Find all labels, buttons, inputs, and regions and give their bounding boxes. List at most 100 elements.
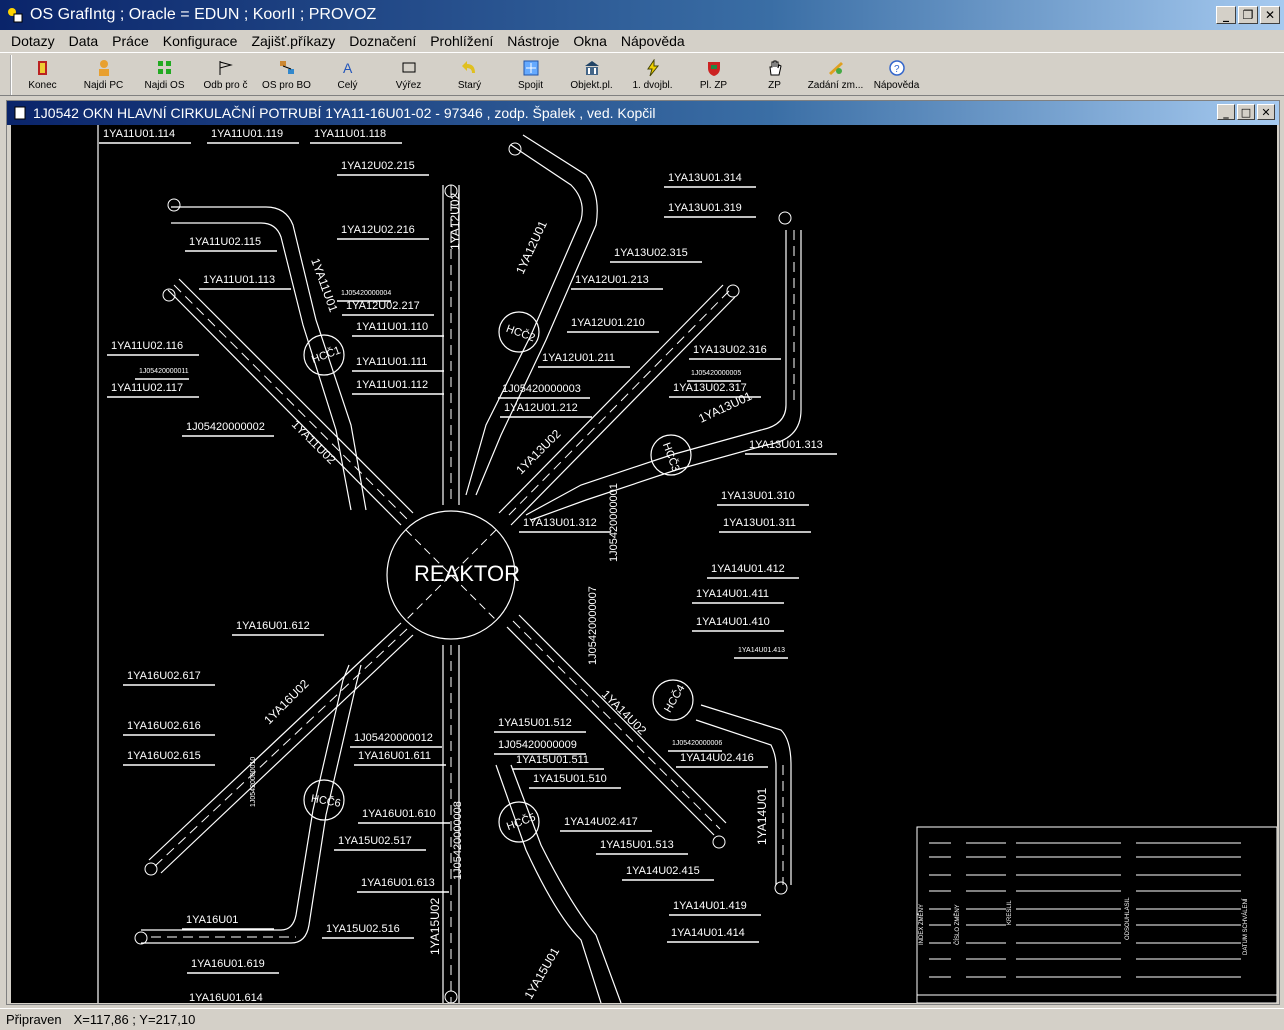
menu-nastroje[interactable]: Nástroje (500, 30, 566, 52)
tag-label[interactable]: 1YA14U01.410 (696, 616, 770, 628)
tag-label[interactable]: 1YA14U02.415 (626, 865, 700, 877)
pipe-diagram[interactable]: REAKTOR HCČ1 HCČ2 HCČ3 HCČ4 HCČ5 HCČ6 1Y… (11, 125, 1277, 1003)
tag-label[interactable]: 1YA16U02.615 (127, 750, 201, 762)
tag-label[interactable]: 1YA11U02.115 (189, 236, 261, 248)
tag-label[interactable]: 1YA13U01.312 (523, 517, 597, 529)
tag-label[interactable]: 1YA15U01.510 (533, 773, 607, 785)
tag-label[interactable]: 1YA12U02.216 (341, 224, 415, 236)
tag-label[interactable]: 1YA15U01.512 (498, 717, 572, 729)
child-minimize-button[interactable]: _ (1217, 104, 1235, 120)
zadani-zm-button[interactable]: Zadání zm... (805, 55, 866, 95)
tag-label[interactable]: 1YA13U01.311 (723, 517, 796, 529)
tag-label[interactable]: 1YA14U01.413 (738, 647, 785, 654)
tag-label[interactable]: 1YA13U01.310 (721, 490, 795, 502)
konec-button[interactable]: Konec (12, 55, 73, 95)
tag-label[interactable]: 1YA11U01.114 (103, 128, 175, 140)
pl-zp-button[interactable]: Pl. ZP (683, 55, 744, 95)
tag-label[interactable]: 1J05420000002 (186, 421, 265, 433)
tag-label[interactable]: 1J05420000007 (587, 586, 599, 665)
tag-label[interactable]: 1YA11U01.119 (211, 128, 283, 140)
tag-label[interactable]: 1YA12U01.211 (542, 352, 615, 364)
menu-prohlizeni[interactable]: Prohlížení (423, 30, 500, 52)
tag-label[interactable]: 1YA16U01.612 (236, 620, 310, 632)
tag-label[interactable]: 1YA12U02.215 (341, 160, 415, 172)
tag-label[interactable]: 1YA16U01.611 (358, 750, 431, 762)
menu-prace[interactable]: Práce (105, 30, 156, 52)
menu-konfigurace[interactable]: Konfigurace (156, 30, 245, 52)
odb-pro-c-button[interactable]: Odb pro č (195, 55, 256, 95)
napoveda-button[interactable]: ? Nápověda (866, 55, 927, 95)
menu-dotazy[interactable]: Dotazy (4, 30, 62, 52)
tag-label[interactable]: 1YA13U02.315 (614, 247, 688, 259)
tag-label[interactable]: 1YA15U02.516 (326, 923, 400, 935)
os-pro-bo-button[interactable]: OS pro BO (256, 55, 317, 95)
zp-button[interactable]: ZP (744, 55, 805, 95)
tag-label[interactable]: 1YA14U01.419 (673, 900, 747, 912)
menu-doznaceni[interactable]: Doznačení (342, 30, 423, 52)
objekt-pl-button[interactable]: Objekt.pl. (561, 55, 622, 95)
menu-zajist-prikazy[interactable]: Zajišť.příkazy (244, 30, 342, 52)
tag-label[interactable]: 1J05420000006 (672, 740, 722, 747)
tag-label[interactable]: 1J05420000010 (250, 757, 257, 807)
tag-label[interactable]: 1YA12U02.217 (346, 300, 420, 312)
tag-label[interactable]: 1J05420000005 (691, 370, 741, 377)
minimize-button[interactable]: _ (1216, 6, 1236, 24)
tag-label[interactable]: 1YA13U01.314 (668, 172, 742, 184)
child-close-button[interactable]: ✕ (1257, 104, 1275, 120)
tag-label[interactable]: 1J05420000009 (498, 739, 577, 751)
tag-label[interactable]: 1YA11U02.117 (111, 382, 183, 394)
tag-label[interactable]: 1J05420000003 (502, 383, 581, 395)
tag-label[interactable]: 1YA14U02.417 (564, 816, 638, 828)
reactor[interactable]: REAKTOR (386, 510, 520, 640)
tag-label[interactable]: 1YA16U01.610 (362, 808, 436, 820)
dvojbl-button[interactable]: 1. dvojbl. (622, 55, 683, 95)
spojit-button[interactable]: Spojit (500, 55, 561, 95)
tag-label[interactable]: 1YA11U01.118 (314, 128, 386, 140)
tag-label[interactable]: 1J05420000011 (139, 368, 189, 375)
tag-label[interactable]: 1YA16U01 (186, 914, 238, 926)
vyrez-button[interactable]: Výřez (378, 55, 439, 95)
svg-text:HCČ1: HCČ1 (310, 344, 343, 366)
tag-label[interactable]: 1YA15U01.513 (600, 839, 674, 851)
tag-label[interactable]: 1YA12U01.212 (504, 402, 578, 414)
tag-label[interactable]: 1YA14U01.414 (671, 927, 745, 939)
find-person-icon (98, 60, 109, 76)
stary-button[interactable]: Starý (439, 55, 500, 95)
tag-label[interactable]: 1J05420000001 (608, 483, 620, 562)
child-maximize-button[interactable]: □ (1237, 104, 1255, 120)
tag-label[interactable]: 1YA13U01.313 (749, 439, 823, 451)
menu-okna[interactable]: Okna (566, 30, 613, 52)
tag-label[interactable]: 1YA14U01.412 (711, 563, 785, 575)
tag-label[interactable]: 1YA11U01.112 (356, 379, 428, 391)
tag-label[interactable]: 1YA16U01.613 (361, 877, 435, 889)
najdi-os-button[interactable]: Najdi OS (134, 55, 195, 95)
tag-label[interactable]: 1YA15U01.511 (516, 754, 589, 766)
tag-label[interactable]: 1YA11U01.111 (356, 356, 427, 368)
restore-button[interactable]: ❐ (1238, 6, 1258, 24)
app-icon (8, 8, 23, 23)
tag-label[interactable]: 1YA13U01.319 (668, 202, 742, 214)
cely-button[interactable]: A Celý (317, 55, 378, 95)
tag-label[interactable]: 1YA16U02.617 (127, 670, 201, 682)
tag-label[interactable]: 1J05420000012 (354, 732, 433, 744)
tag-label[interactable]: 1YA16U01.619 (191, 958, 265, 970)
tag-label[interactable]: 1J05420000008 (452, 801, 464, 880)
close-button[interactable]: ✕ (1260, 6, 1280, 24)
tag-label[interactable]: 1YA12U01.213 (575, 274, 649, 286)
tag-label[interactable]: 1YA11U01.113 (203, 274, 275, 286)
menu-napoveda[interactable]: Nápověda (614, 30, 692, 52)
tag-label[interactable]: 1YA14U02.416 (680, 752, 754, 764)
tag-label[interactable]: 1YA15U02.517 (338, 835, 412, 847)
drawing-canvas[interactable]: REAKTOR HCČ1 HCČ2 HCČ3 HCČ4 HCČ5 HCČ6 1Y… (11, 125, 1277, 1003)
najdi-pc-button[interactable]: Najdi PC (73, 55, 134, 95)
menu-data[interactable]: Data (62, 30, 106, 52)
tag-label[interactable]: 1YA16U02.616 (127, 720, 201, 732)
tag-label[interactable]: 1YA12U01.210 (571, 317, 645, 329)
tag-label[interactable]: 1J05420000004 (341, 290, 391, 297)
tag-label[interactable]: 1YA11U02.116 (111, 340, 183, 352)
tag-label[interactable]: 1YA13U02.317 (673, 382, 747, 394)
tag-label[interactable]: 1YA13U02.316 (693, 344, 767, 356)
tag-label[interactable]: 1YA14U01.411 (696, 588, 769, 600)
tag-label[interactable]: 1YA16U01.614 (189, 992, 263, 1003)
tag-label[interactable]: 1YA11U01.110 (356, 321, 428, 333)
